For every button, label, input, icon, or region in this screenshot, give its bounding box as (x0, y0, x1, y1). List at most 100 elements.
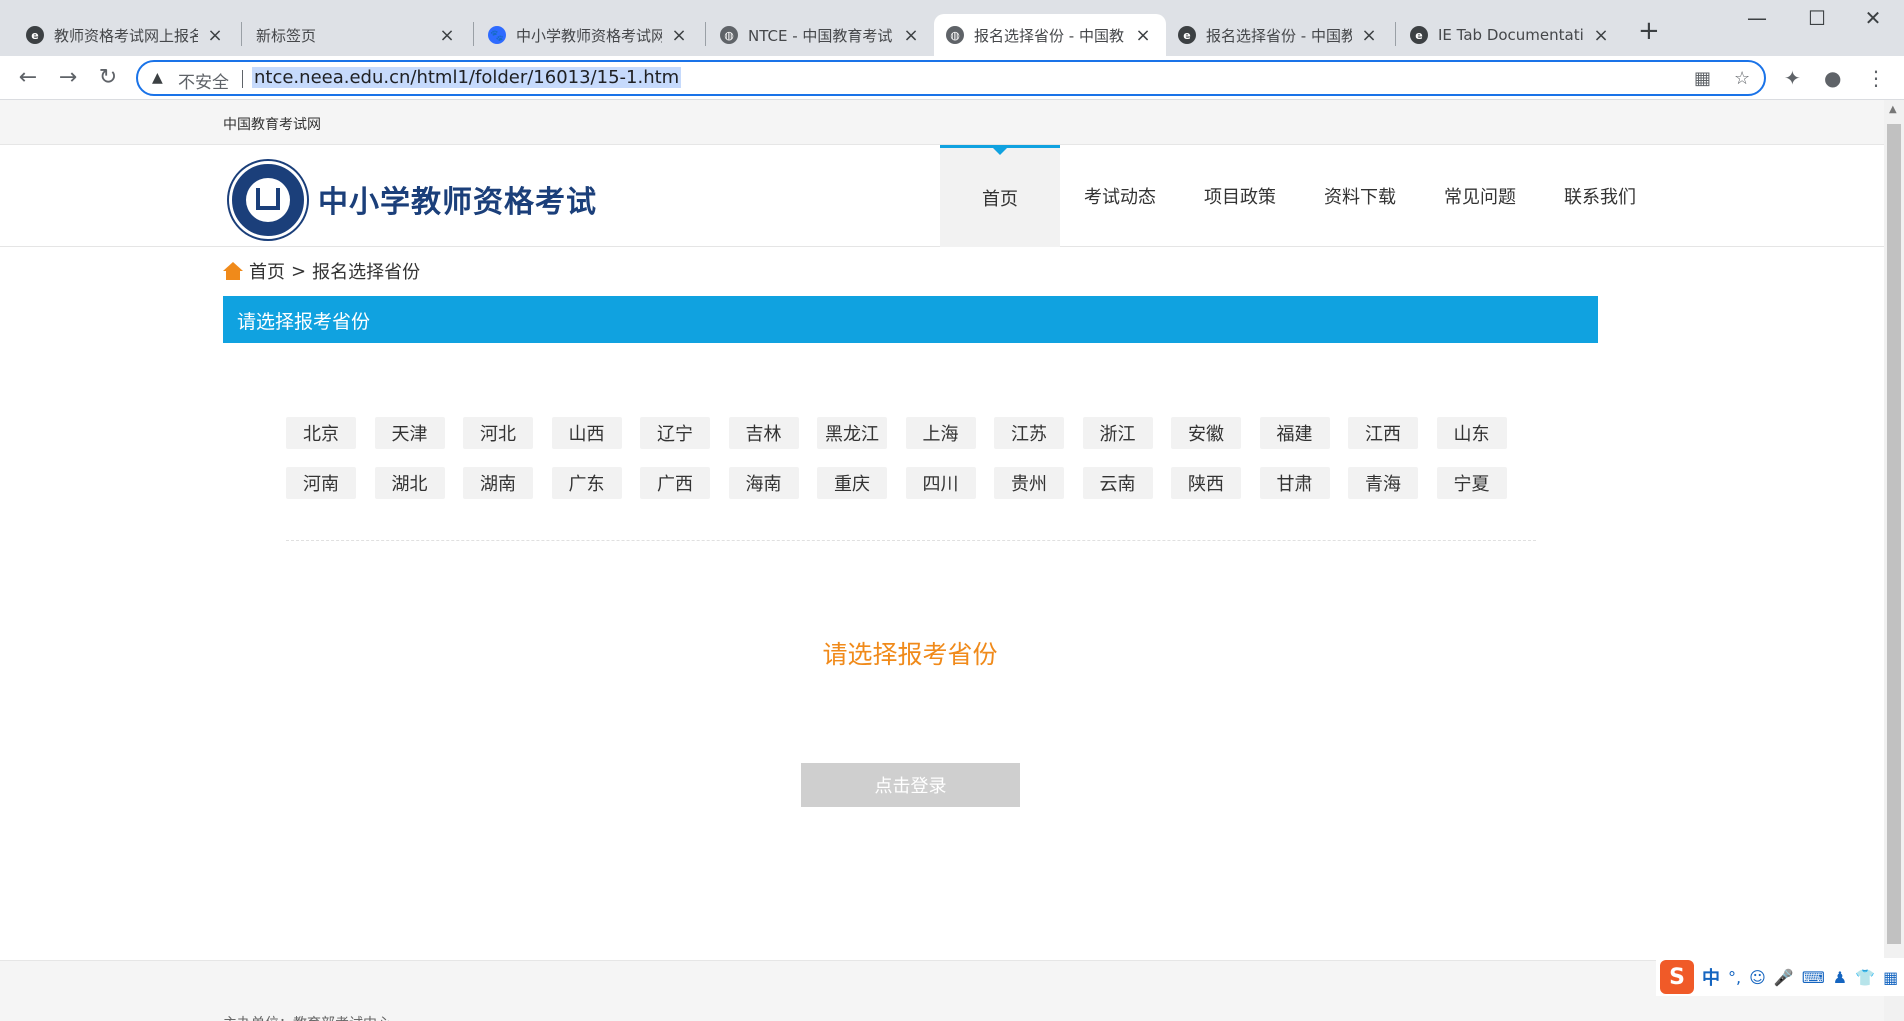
qr-code-icon[interactable]: ▦ (1694, 68, 1711, 89)
keyboard-icon[interactable]: ⌨ (1802, 968, 1825, 987)
province-button[interactable]: 辽宁 (640, 417, 710, 449)
browser-toolbar: ← → ↻ ▲ 不安全 ntce.neea.edu.cn/html1/folde… (0, 56, 1904, 100)
province-button[interactable]: 广东 (551, 467, 622, 499)
breadcrumb-home-link[interactable]: 首页 (249, 258, 285, 284)
top-strip: 中国教育考试网 (0, 100, 1884, 145)
province-button[interactable]: 海南 (728, 467, 799, 499)
nav-home[interactable]: 首页 (940, 145, 1060, 247)
close-icon[interactable]: × (1360, 25, 1378, 46)
baidu-paw-icon: 🐾 (488, 26, 506, 44)
security-label[interactable]: 不安全 (178, 68, 229, 93)
province-button[interactable]: 北京 (286, 417, 356, 449)
nav-contact[interactable]: 联系我们 (1540, 145, 1660, 247)
province-button[interactable]: 陕西 (1171, 467, 1241, 499)
site-header: 中小学教师资格考试 首页 考试动态 项目政策 资料下载 常见问题 联系我们 (0, 145, 1884, 247)
province-button[interactable]: 河南 (286, 467, 356, 499)
province-button[interactable]: 四川 (905, 467, 976, 499)
page-viewport: 中国教育考试网 中小学教师资格考试 首页 考试动态 项目政策 资料下载 常见问题… (0, 100, 1884, 1021)
back-icon[interactable]: ← (14, 64, 42, 92)
warning-icon[interactable]: ▲ (152, 70, 163, 86)
grid-menu-icon[interactable]: ▦ (1883, 968, 1898, 987)
tab-3[interactable]: ◍ NTCE - 中国教育考试 × (708, 14, 934, 56)
skin-shirt-icon[interactable]: 👕 (1855, 968, 1875, 987)
smiley-icon[interactable]: ☺ (1749, 968, 1766, 987)
province-button[interactable]: 天津 (374, 417, 445, 449)
menu-kebab-icon[interactable]: ⋮ (1866, 66, 1886, 90)
province-button[interactable]: 河北 (463, 417, 533, 449)
close-icon[interactable]: × (1134, 25, 1152, 46)
nav-faq[interactable]: 常见问题 (1420, 145, 1540, 247)
nav-exam-news[interactable]: 考试动态 (1060, 145, 1180, 247)
province-button[interactable]: 贵州 (994, 467, 1064, 499)
nav-policy[interactable]: 项目政策 (1180, 145, 1300, 247)
tab-6[interactable]: e IE Tab Documentatio × (1398, 14, 1624, 56)
profile-avatar-icon[interactable]: ● (1824, 66, 1841, 90)
province-button[interactable]: 湖北 (374, 467, 445, 499)
ime-punct[interactable]: °, (1728, 968, 1741, 987)
close-icon[interactable]: × (1592, 25, 1610, 46)
maximize-icon[interactable]: ☐ (1794, 6, 1840, 30)
home-icon (223, 262, 243, 280)
page-scrollbar[interactable]: ▲ (1884, 100, 1904, 1021)
province-button[interactable]: 湖南 (463, 467, 533, 499)
scroll-up-icon[interactable]: ▲ (1889, 104, 1897, 115)
reload-icon[interactable]: ↻ (94, 64, 122, 92)
province-button[interactable]: 上海 (905, 417, 976, 449)
province-button[interactable]: 青海 (1348, 467, 1418, 499)
breadcrumb-current: 报名选择省份 (312, 262, 421, 283)
forward-icon[interactable]: → (54, 64, 82, 92)
ime-toolbar: S 中 °, ☺ 🎤 ⌨ ♟ 👕 ▦ (1656, 958, 1904, 996)
province-button[interactable]: 浙江 (1082, 417, 1153, 449)
close-icon[interactable]: × (670, 25, 688, 46)
scrollbar-thumb[interactable] (1887, 124, 1901, 944)
address-bar[interactable]: ▲ 不安全 ntce.neea.edu.cn/html1/folder/1601… (136, 60, 1766, 96)
tab-1[interactable]: 新标签页 × (244, 14, 470, 56)
province-button[interactable]: 宁夏 (1436, 467, 1507, 499)
province-button[interactable]: 广西 (640, 467, 710, 499)
site-footer: 主办单位：教育部考试中心 (0, 960, 1884, 1021)
sogou-logo-icon[interactable]: S (1660, 960, 1694, 994)
province-button[interactable]: 山东 (1436, 417, 1507, 449)
minimize-icon[interactable]: — (1734, 6, 1780, 30)
url-text[interactable]: ntce.neea.edu.cn/html1/folder/16013/15-1… (252, 67, 682, 88)
breadcrumb-separator: > (291, 260, 307, 282)
window-close-icon[interactable]: ✕ (1850, 6, 1896, 30)
province-button[interactable]: 黑龙江 (817, 417, 887, 449)
province-button[interactable]: 甘肃 (1259, 467, 1330, 499)
province-button[interactable]: 重庆 (817, 467, 887, 499)
top-strip-link[interactable]: 中国教育考试网 (223, 114, 321, 134)
province-button[interactable]: 江苏 (994, 417, 1064, 449)
province-button[interactable]: 山西 (551, 417, 622, 449)
tab-2[interactable]: 🐾 中小学教师资格考试网 × (476, 14, 702, 56)
tab-title: 中小学教师资格考试网 (516, 26, 662, 45)
province-button[interactable]: 安徽 (1171, 417, 1241, 449)
globe-icon: ◍ (946, 26, 964, 44)
province-button[interactable]: 云南 (1082, 467, 1153, 499)
microphone-icon[interactable]: 🎤 (1774, 968, 1794, 987)
tab-title: NTCE - 中国教育考试 (748, 26, 893, 45)
section-title: 请选择报考省份 (237, 311, 371, 333)
nav-downloads[interactable]: 资料下载 (1300, 145, 1420, 247)
tab-title: 报名选择省份 - 中国教 (974, 26, 1124, 45)
bookmark-star-icon[interactable]: ☆ (1734, 68, 1750, 89)
close-icon[interactable]: × (902, 25, 920, 46)
tab-5[interactable]: e 报名选择省份 - 中国教 × (1166, 14, 1392, 56)
new-tab-button[interactable]: + (1638, 16, 1660, 46)
province-button[interactable]: 吉林 (728, 417, 799, 449)
ie-icon: e (1178, 26, 1196, 44)
site-logo-text[interactable]: 中小学教师资格考试 (318, 177, 597, 221)
tab-0[interactable]: e 教师资格考试网上报名 × (14, 14, 238, 56)
tab-4-active[interactable]: ◍ 报名选择省份 - 中国教 × (934, 14, 1166, 56)
tab-title: 新标签页 (256, 26, 317, 45)
user-icon[interactable]: ♟ (1833, 968, 1847, 987)
province-prompt: 请选择报考省份 (822, 640, 998, 669)
tab-title: IE Tab Documentatio (1438, 26, 1584, 44)
ime-mode[interactable]: 中 (1702, 964, 1720, 990)
close-icon[interactable]: × (438, 25, 456, 46)
province-button[interactable]: 江西 (1348, 417, 1418, 449)
extensions-puzzle-icon[interactable]: ✦ (1784, 66, 1801, 90)
breadcrumb: 首页 > 报名选择省份 (223, 258, 420, 284)
login-button[interactable]: 点击登录 (801, 763, 1020, 807)
close-icon[interactable]: × (206, 25, 224, 46)
province-button[interactable]: 福建 (1259, 417, 1330, 449)
